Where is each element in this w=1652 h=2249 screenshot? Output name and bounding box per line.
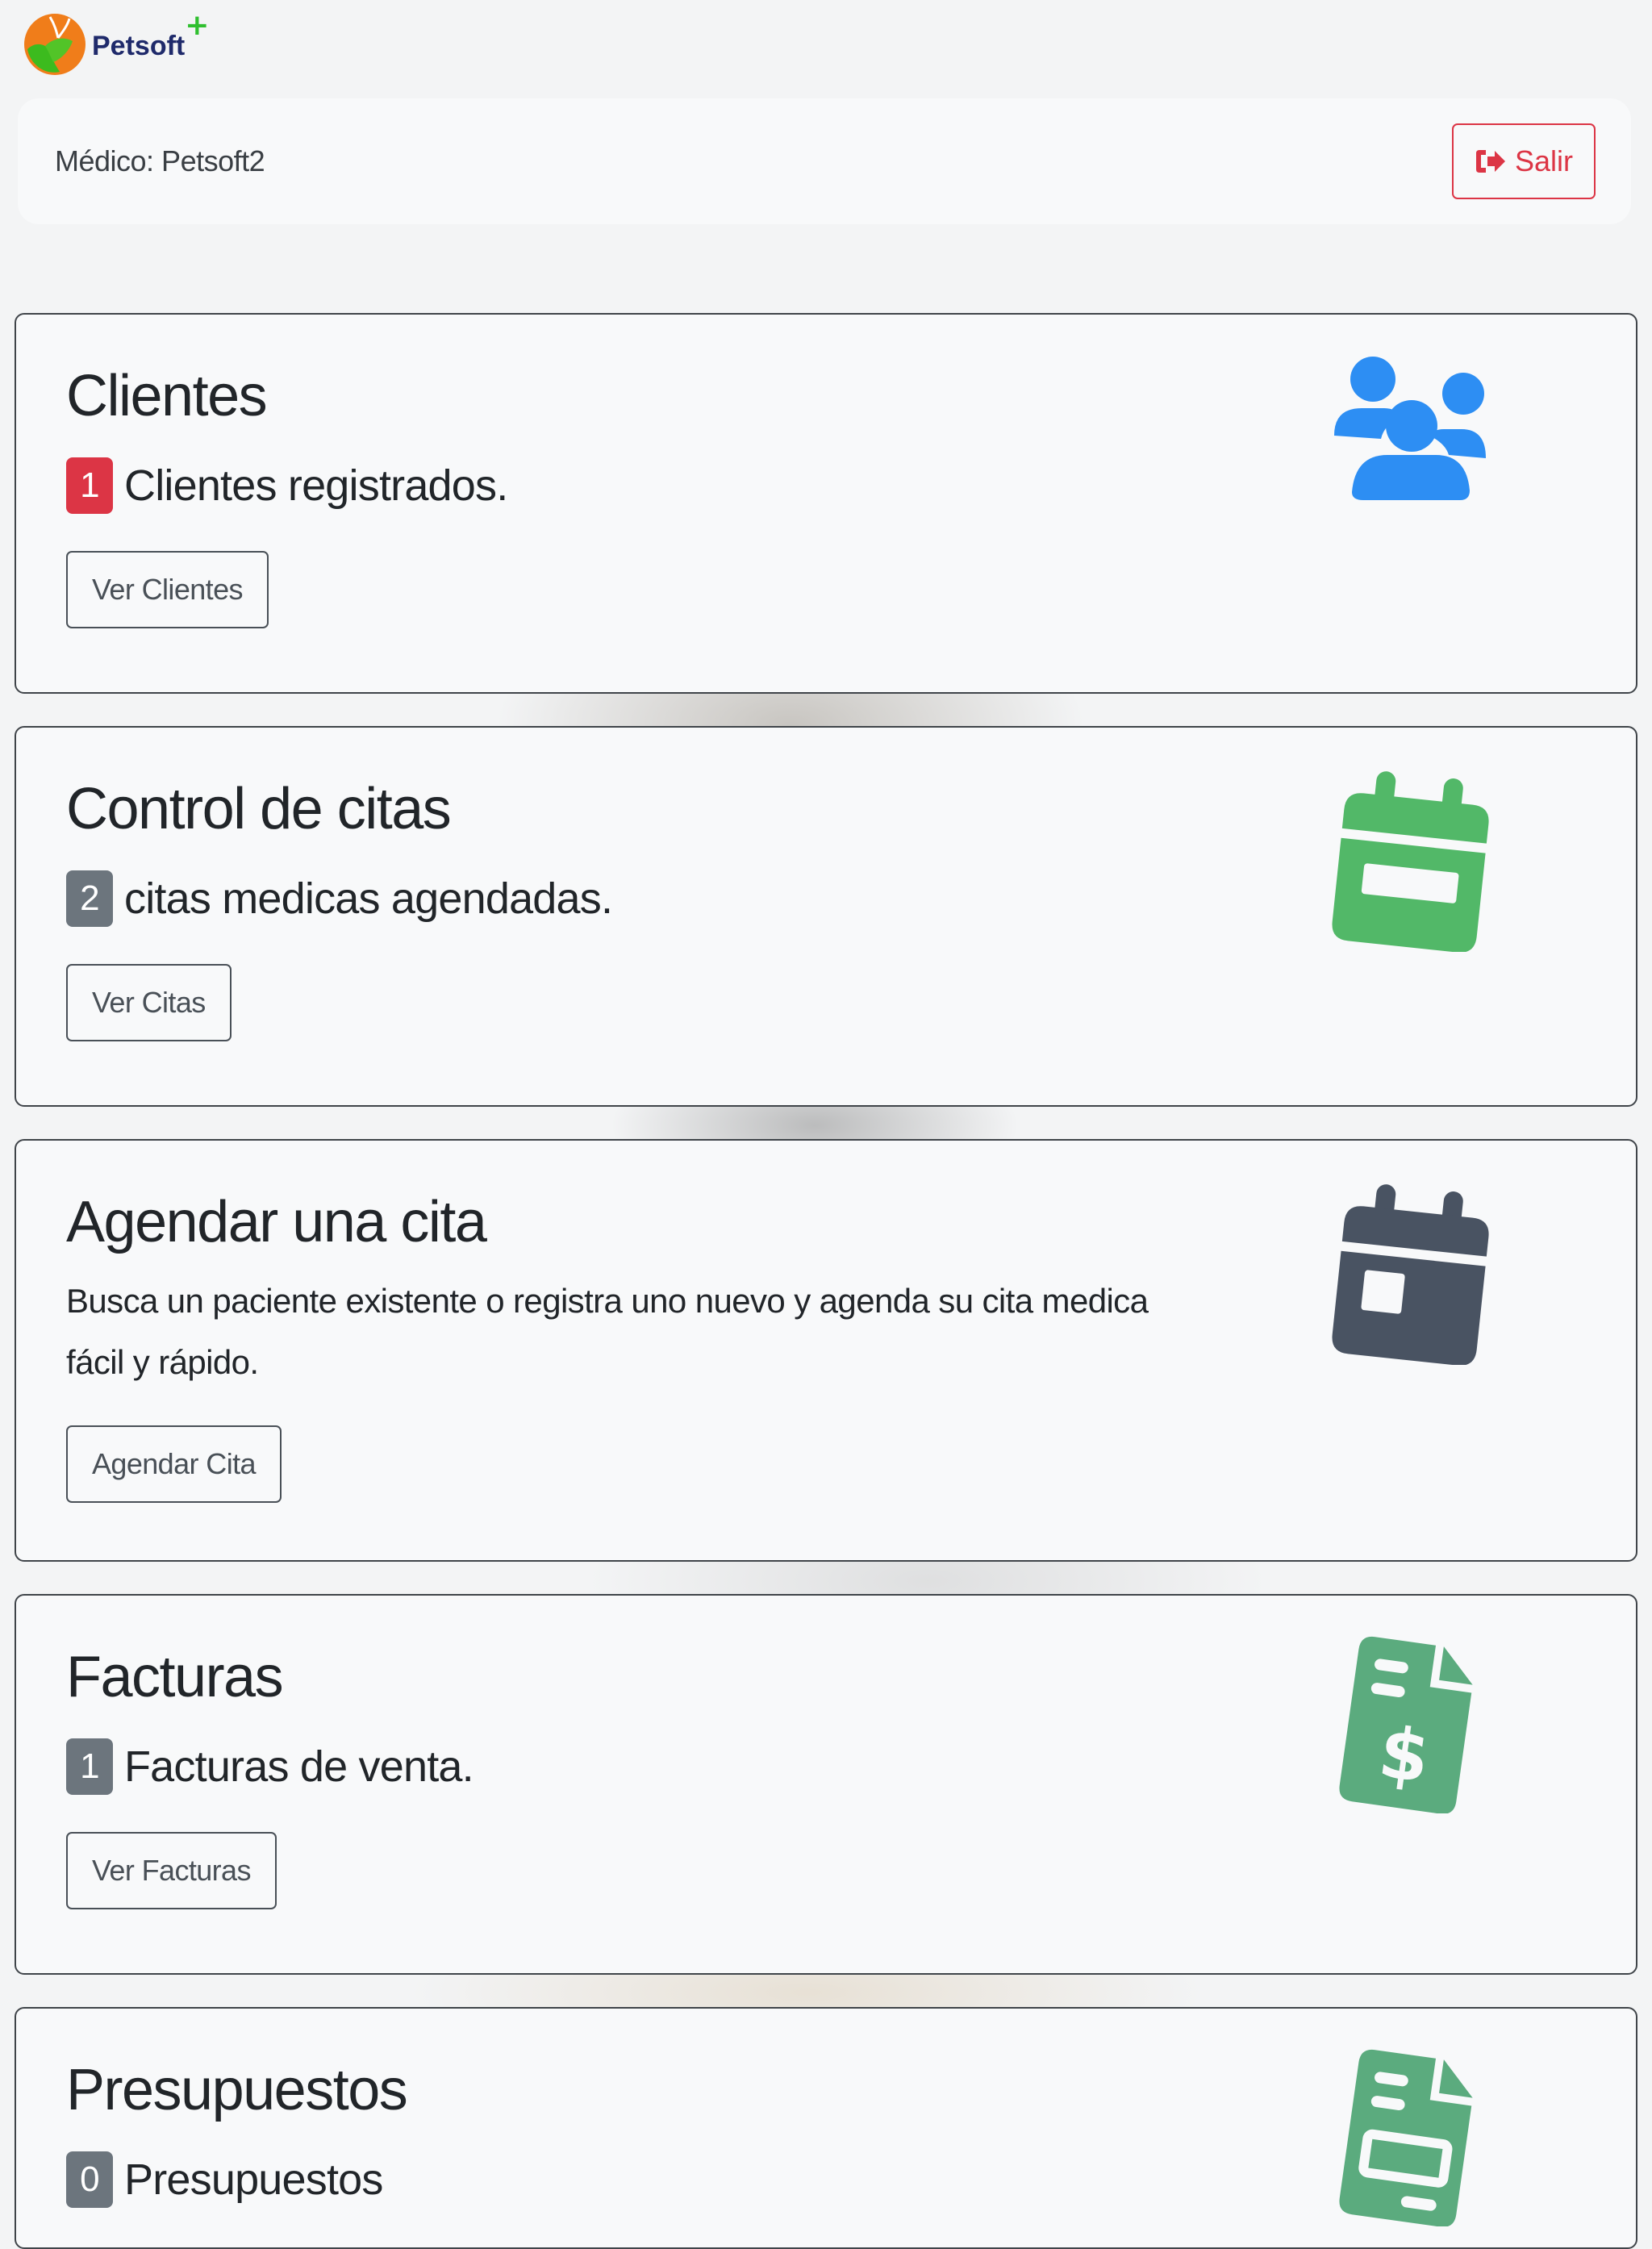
- count-badge: 1: [66, 457, 113, 515]
- card-description: Busca un paciente existente o registra u…: [66, 1282, 1149, 1382]
- card-presupuestos: Presupuestos 0 Presupuestos: [15, 2007, 1637, 2249]
- card-subtitle-text: citas medicas agendadas.: [124, 874, 613, 924]
- card-subtitle: 0 Presupuestos: [66, 2151, 407, 2209]
- card-subtitle: 2 citas medicas agendadas.: [66, 870, 613, 928]
- petsoft-logo-icon: [24, 14, 86, 75]
- ver-clientes-button[interactable]: Ver Clientes: [66, 551, 269, 629]
- agendar-cita-button[interactable]: Agendar Cita: [66, 1425, 282, 1504]
- card-title: Agendar una cita: [66, 1190, 487, 1254]
- card-subtitle: 1 Clientes registrados.: [66, 457, 508, 515]
- ver-facturas-button[interactable]: Ver Facturas: [66, 1832, 277, 1910]
- invoice-dollar-icon: $: [1339, 1636, 1473, 1813]
- card-subtitle: 1 Facturas de venta.: [66, 1738, 474, 1796]
- count-badge: 2: [66, 870, 113, 928]
- card-agendar-cita: Agendar una cita Busca un paciente exist…: [15, 1139, 1637, 1562]
- card-title: Clientes: [66, 364, 268, 428]
- users-icon: [1334, 357, 1486, 500]
- card-facturas: Facturas 1 Facturas de venta. Ver Factur…: [15, 1594, 1637, 1975]
- sign-out-icon: [1475, 150, 1505, 173]
- logo[interactable]: Petsoft +: [21, 6, 209, 79]
- ver-citas-button[interactable]: Ver Citas: [66, 964, 232, 1042]
- logout-button[interactable]: Salir: [1452, 123, 1596, 199]
- calendar-icon: [1332, 771, 1489, 952]
- card-title: Facturas: [66, 1645, 284, 1709]
- card-title: Presupuestos: [66, 2058, 408, 2122]
- card-subtitle-text: Facturas de venta.: [124, 1742, 474, 1792]
- card-subtitle-text: Clientes registrados.: [124, 461, 508, 511]
- brand-plus: +: [185, 8, 210, 42]
- logout-label: Salir: [1514, 144, 1574, 177]
- count-badge: 0: [66, 2151, 113, 2209]
- navbar: Médico: Petsoft2 Salir: [18, 98, 1631, 224]
- card-control-citas: Control de citas 2 citas medicas agendad…: [15, 726, 1637, 1107]
- brand-name: Petsoft: [92, 30, 186, 61]
- card-clientes: Clientes 1 Clientes registrados. Ver Cli…: [15, 313, 1637, 694]
- count-badge: 1: [66, 1738, 113, 1796]
- card-subtitle-text: Presupuestos: [124, 2155, 383, 2205]
- invoice-icon: [1339, 2049, 1473, 2226]
- doctor-label: Médico: Petsoft2: [55, 144, 265, 177]
- calendar-day-icon: [1332, 1184, 1489, 1365]
- card-title: Control de citas: [66, 777, 452, 841]
